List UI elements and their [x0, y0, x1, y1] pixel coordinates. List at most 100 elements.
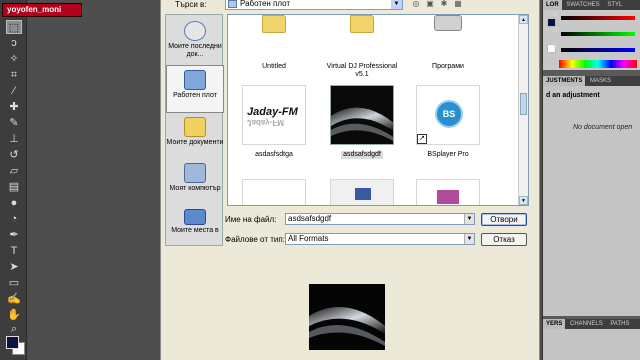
notes-tool-icon[interactable]: ✍ [6, 292, 22, 306]
tab-adjustments[interactable]: JUSTMENTS [543, 76, 586, 86]
red-slider[interactable] [561, 16, 635, 20]
tab-channels[interactable]: CHANNELS [567, 319, 606, 329]
file-list[interactable]: Untitled Virtual DJ Professional v5.1 Пр… [227, 14, 529, 206]
file-item-selected[interactable]: asdsafsdgdf [322, 85, 402, 159]
scrollbar-thumb[interactable] [520, 93, 527, 115]
shape-tool-icon[interactable]: ▭ [6, 276, 22, 290]
shortcut-arrow-icon: ↗ [417, 134, 427, 144]
tab-layers[interactable]: YERS [543, 319, 566, 329]
color-panel: R G B [543, 10, 640, 70]
place-network[interactable]: Моите места в [166, 205, 224, 245]
clone-stamp-tool-icon[interactable]: ⊥ [6, 132, 22, 146]
pen-tool-icon[interactable]: ✒ [6, 228, 22, 242]
no-document-message: No document open [573, 124, 633, 131]
file-item[interactable] [322, 179, 402, 205]
brush-tool-icon[interactable]: ✎ [6, 116, 22, 130]
place-desktop[interactable]: Работен плот [166, 65, 224, 113]
file-item[interactable]: Virtual DJ Professional v5.1 [322, 15, 402, 79]
color-ramp[interactable] [559, 60, 637, 68]
magic-wand-tool-icon[interactable]: ✧ [6, 52, 22, 66]
tab-paths[interactable]: PATHS [607, 319, 632, 329]
history-brush-tool-icon[interactable]: ↺ [6, 148, 22, 162]
hand-tool-icon[interactable]: ✋ [6, 308, 22, 322]
place-my-computer[interactable]: Моят компютър [166, 159, 224, 207]
scroll-down-icon[interactable]: ▼ [519, 196, 528, 205]
image-thumbnail: Jaday-FM Jaday-FM [242, 85, 306, 145]
zoom-tool-icon[interactable]: ⌕ [6, 322, 22, 336]
layers-panel [543, 329, 640, 360]
chevron-down-icon[interactable]: ▼ [464, 214, 474, 224]
cancel-button[interactable]: Отказ [481, 233, 527, 246]
scroll-up-icon[interactable]: ▲ [519, 15, 528, 24]
file-name: asdasfsdtga [255, 151, 293, 158]
adjustments-panel [543, 86, 640, 316]
right-panels: LOR SWATCHES STYL R G B JUSTMENTS MASKS … [542, 0, 640, 360]
tab-masks[interactable]: MASKS [587, 76, 614, 86]
tab-styles[interactable]: STYL [604, 0, 625, 10]
healing-brush-tool-icon[interactable]: ✚ [6, 100, 22, 114]
tab-color[interactable]: LOR [543, 0, 562, 10]
preview-abstract-image [309, 284, 385, 350]
computer-icon [184, 163, 206, 183]
tools-panel: ✥ ⬚ ↄ ✧ ⌗ ⁄ ✚ ✎ ⊥ ↺ ▱ ▤ ● ◔ ✒ T ➤ ▭ ✍ ✋ … [0, 0, 27, 360]
place-my-documents[interactable]: Моите документи [166, 113, 224, 161]
up-folder-icon[interactable]: ▣ [425, 0, 435, 9]
vertical-scrollbar[interactable]: ▲ ▼ [518, 15, 528, 205]
chevron-down-icon[interactable]: ▼ [391, 0, 402, 9]
file-item[interactable] [234, 179, 314, 205]
photoshop-window: ✥ ⬚ ↄ ✧ ⌗ ⁄ ✚ ✎ ⊥ ↺ ▱ ▤ ● ◔ ✒ T ➤ ▭ ✍ ✋ … [0, 0, 640, 360]
image-thumbnail [330, 85, 394, 145]
look-in-dropdown[interactable]: Работен плот ▼ [225, 0, 403, 10]
filename-value: asdsafsdgdf [288, 214, 332, 223]
filetype-label: Файлове от тип: [225, 235, 285, 244]
desktop-icon [228, 0, 237, 8]
gradient-tool-icon[interactable]: ▤ [6, 180, 22, 194]
file-item[interactable] [408, 179, 488, 205]
fg-color-swatch[interactable] [547, 18, 556, 27]
eraser-tool-icon[interactable]: ▱ [6, 164, 22, 178]
item-icon-wrap [234, 15, 314, 57]
image-thumbnail [330, 179, 394, 205]
filename-input[interactable]: asdsafsdgdf ▼ [285, 213, 475, 225]
layers-tabs: YERS CHANNELS PATHS [543, 319, 640, 329]
place-recent-documents[interactable]: Моите последни док... [166, 17, 224, 65]
file-name: Untitled [262, 63, 286, 70]
crop-tool-icon[interactable]: ⌗ [6, 68, 22, 82]
bsplayer-logo: BS [435, 100, 463, 128]
place-label: Моите последни док... [168, 43, 222, 58]
new-folder-icon[interactable]: ✱ [439, 0, 449, 9]
place-label: Моите места в [171, 227, 219, 234]
file-item[interactable]: Програми [408, 15, 488, 71]
blue-label: B [553, 44, 558, 50]
marquee-tool-icon[interactable]: ⬚ [6, 20, 22, 34]
clock-icon [184, 21, 206, 41]
tab-swatches[interactable]: SWATCHES [563, 0, 602, 10]
foreground-color-swatch[interactable] [6, 336, 19, 349]
filename-label: Име на файл: [225, 215, 277, 224]
places-bar: Моите последни док... Работен плот Моите… [165, 14, 224, 246]
open-button[interactable]: Отвори [481, 213, 527, 226]
lasso-tool-icon[interactable]: ↄ [6, 36, 22, 50]
file-name: Програми [432, 63, 464, 70]
filetype-select[interactable]: All Formats ▼ [285, 233, 475, 245]
image-thumbnail [242, 179, 306, 205]
abstract-image [331, 86, 393, 144]
back-icon[interactable]: ◎ [411, 0, 421, 9]
dodge-tool-icon[interactable]: ◔ [6, 212, 22, 226]
file-item[interactable]: BS ↗ BSplayer Pro [408, 85, 488, 159]
path-selection-tool-icon[interactable]: ➤ [6, 260, 22, 274]
filetype-value: All Formats [288, 234, 329, 243]
look-in-value: Работен плот [240, 0, 291, 8]
monitor-icon [355, 188, 371, 200]
blur-tool-icon[interactable]: ● [6, 196, 22, 210]
file-item[interactable]: Jaday-FM Jaday-FM asdasfsdtga [234, 85, 314, 159]
blue-slider[interactable] [561, 48, 635, 52]
eyedropper-tool-icon[interactable]: ⁄ [6, 84, 22, 98]
adjustments-tabs: JUSTMENTS MASKS [543, 76, 640, 86]
thumbnail-text: Jaday-FM [247, 106, 298, 118]
type-tool-icon[interactable]: T [6, 244, 22, 258]
chevron-down-icon[interactable]: ▼ [464, 234, 474, 244]
view-menu-icon[interactable]: ▦ [453, 0, 463, 9]
green-slider[interactable] [561, 32, 635, 36]
file-item[interactable]: Untitled [234, 15, 314, 71]
